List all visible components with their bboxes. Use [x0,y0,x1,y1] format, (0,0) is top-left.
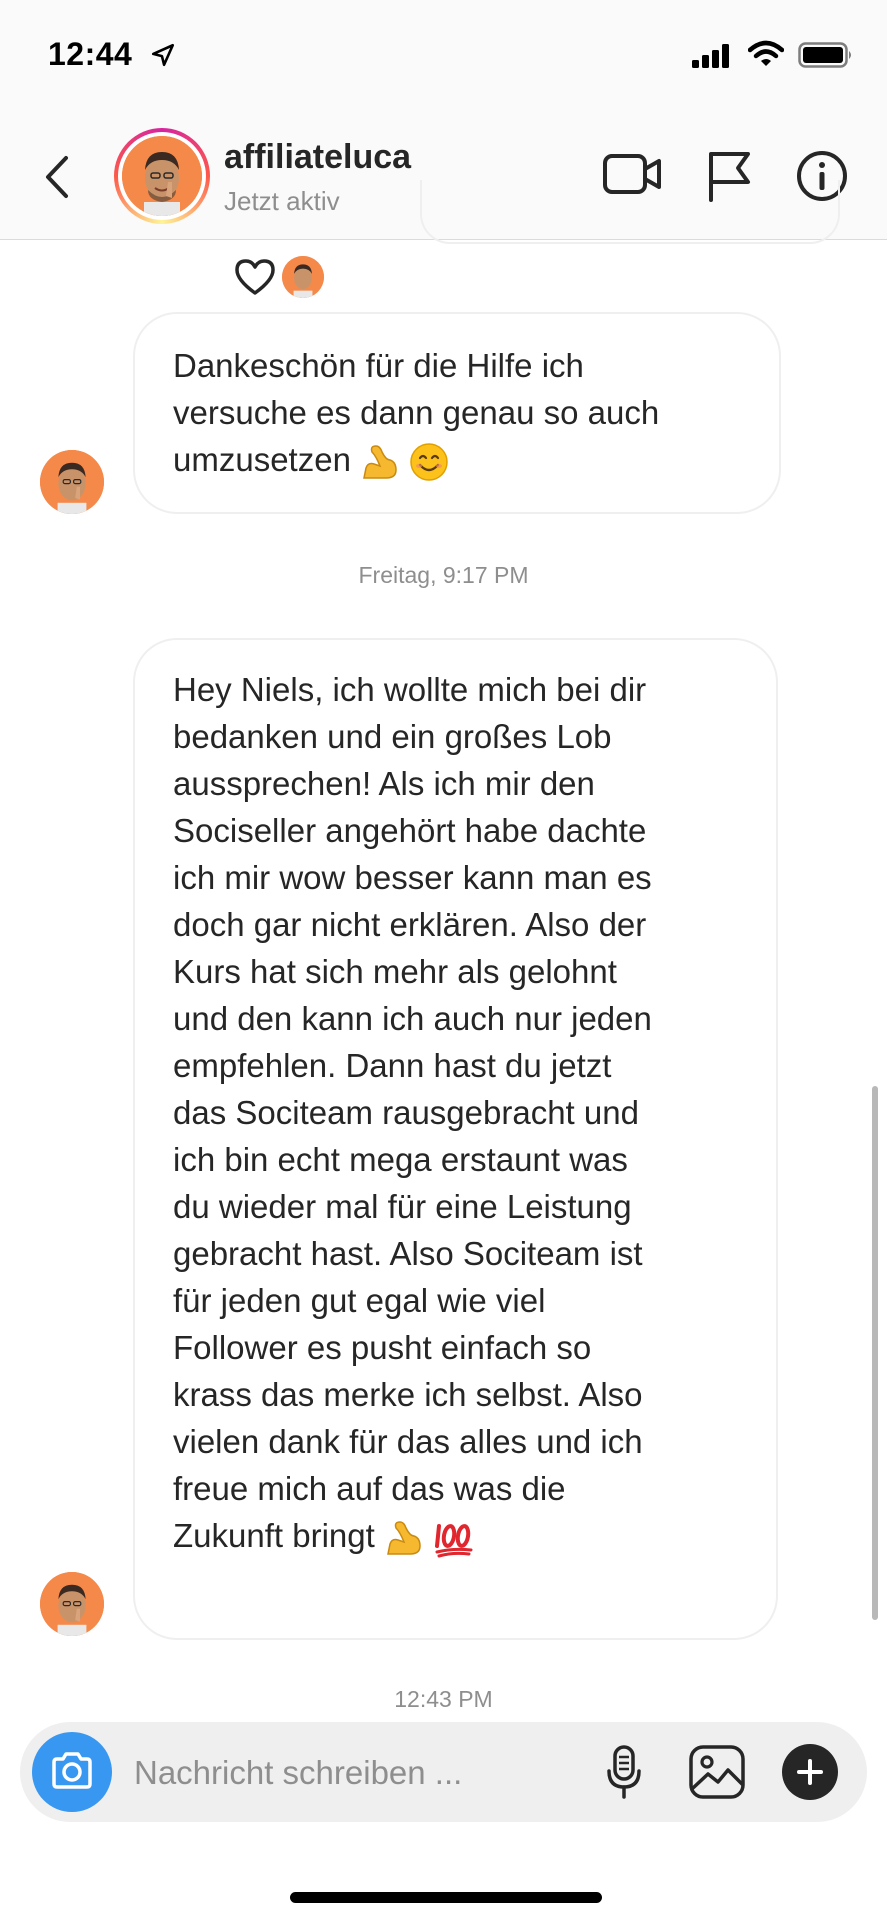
sender-avatar[interactable] [40,1572,104,1636]
microphone-icon[interactable] [604,1744,644,1802]
more-options-button[interactable] [782,1744,838,1800]
message-line: aussprechen! Als ich mir den [173,765,595,802]
message-input[interactable] [134,1750,484,1796]
heart-icon [235,259,275,295]
activity-status: Jetzt aktiv [224,186,340,216]
battery-icon [798,42,851,68]
message-line: bedanken und ein großes Lob [173,718,612,755]
message-composer [20,1722,867,1822]
message-line: krass das merke ich selbst. Also [173,1376,643,1413]
back-icon[interactable] [40,152,76,202]
message-line: freue mich auf das was die [173,1470,566,1507]
flexed-biceps-emoji-icon [363,445,397,480]
message-line: ich mir wow besser kann man es [173,859,652,896]
profile-avatar[interactable] [114,128,210,224]
plus-icon [797,1759,823,1785]
status-bar: 12:44 [0,0,887,110]
message-line: du wieder mal für eine Leistung [173,1188,632,1225]
wifi-icon [748,40,784,66]
smiling-face-emoji-icon [410,443,449,482]
message-line: und den kann ich auch nur jeden [173,1000,652,1037]
message-line: das Sociteam rausgebracht und [173,1094,639,1131]
reaction-avatar [282,256,324,298]
avatar-memoji-icon [122,136,202,216]
message-reaction[interactable] [234,256,334,300]
location-arrow-icon [151,43,175,67]
hundred-points-emoji-icon [435,1524,473,1558]
message-line-last: umzusetzen [173,436,741,483]
message-line-last: Zukunft bringt [173,1512,738,1559]
message-line: Sociseller angehört habe dachte [173,812,647,849]
camera-button[interactable] [32,1732,112,1812]
message-line: empfehlen. Dann hast du jetzt [173,1047,612,1084]
message-line: versuche es dann genau so auch [173,394,660,431]
message-line: Dankeschön für die Hilfe ich [173,347,584,384]
message-line: für jeden gut egal wie viel [173,1282,546,1319]
message-timestamp: 12:43 PM [394,1686,493,1712]
scrollbar[interactable] [872,1086,878,1620]
message-line: Hey Niels, ich wollte mich bei dir [173,671,647,708]
chat-username[interactable]: affiliateluca [224,138,411,177]
previous-message-bubble [420,180,840,244]
signal-icon [692,44,729,68]
message-line: gebracht hast. Also Sociteam ist [173,1235,643,1272]
status-time: 12:44 [48,36,133,72]
message-line: vielen dank für das alles und ich [173,1423,643,1460]
sender-avatar[interactable] [40,450,104,514]
message-timestamp: Freitag, 9:17 PM [358,562,529,588]
received-message-bubble[interactable]: Dankeschön für die Hilfe ich versuche es… [133,312,781,514]
message-line: Kurs hat sich mehr als gelohnt [173,953,617,990]
received-message-bubble[interactable]: Hey Niels, ich wollte mich bei dir bedan… [133,638,778,1640]
message-line: Follower es pusht einfach so [173,1329,592,1366]
message-line: ich bin echt mega erstaunt was [173,1141,628,1178]
camera-icon [52,1752,92,1789]
home-indicator[interactable] [290,1892,602,1903]
flexed-biceps-emoji-icon [387,1521,421,1556]
gallery-icon[interactable] [688,1744,746,1800]
message-line: doch gar nicht erklären. Also der [173,906,647,943]
